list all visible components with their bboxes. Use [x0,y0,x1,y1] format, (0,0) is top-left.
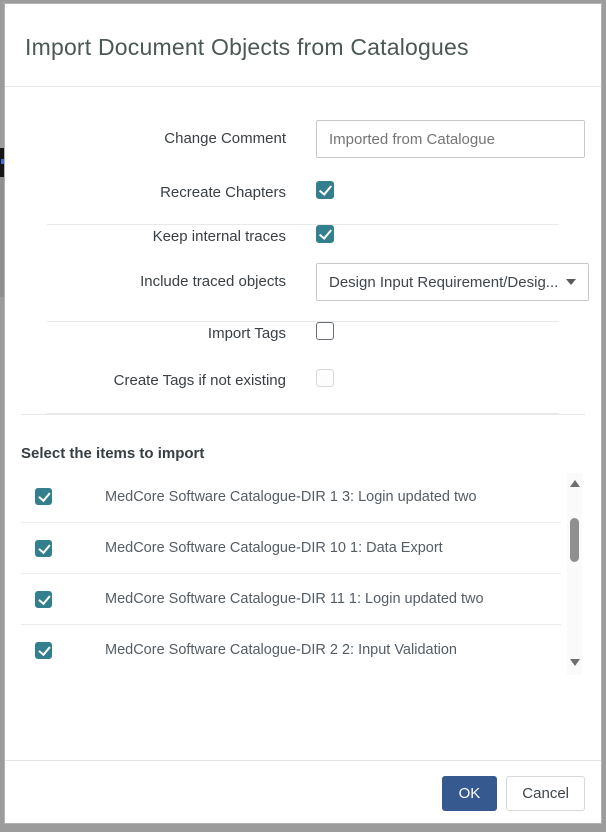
items-section-heading: Select the items to import [21,445,585,463]
import-tags-row: Import Tags [21,322,585,345]
dialog-title: Import Document Objects from Catalogues [25,34,581,61]
import-tags-label: Import Tags [21,325,286,343]
recreate-chapters-checkbox[interactable] [316,181,334,199]
import-tags-checkbox[interactable] [316,322,334,340]
dialog-footer: OK Cancel [5,760,601,823]
include-traced-objects-select[interactable]: Design Input Requirement/Desig... [316,263,589,301]
item-checkbox[interactable] [35,591,52,608]
list-item[interactable]: MedCore Software Catalogue-DIR 10 1: Dat… [21,522,561,573]
dialog-body: Change Comment Recreate Chapters Keep in… [5,87,601,760]
item-checkbox[interactable] [35,642,52,659]
recreate-chapters-label: Recreate Chapters [21,184,286,202]
form-items-divider [21,414,585,415]
chevron-down-icon [566,279,576,285]
change-comment-label: Change Comment [21,130,286,148]
create-tags-label: Create Tags if not existing [21,372,286,390]
scroll-up-icon[interactable] [570,480,580,487]
item-label: MedCore Software Catalogue-DIR 11 1: Log… [105,591,484,607]
keep-internal-traces-label: Keep internal traces [21,228,286,246]
item-label: MedCore Software Catalogue-DIR 1 3: Logi… [105,489,477,505]
ok-button[interactable]: OK [442,776,498,811]
scrollbar-thumb[interactable] [570,518,579,562]
include-traced-objects-row: Include traced objects Design Input Requ… [21,263,585,301]
item-checkbox[interactable] [35,540,52,557]
cancel-button[interactable]: Cancel [506,776,585,811]
include-traced-objects-label: Include traced objects [21,273,286,291]
create-tags-row: Create Tags if not existing [21,369,585,392]
scroll-down-icon[interactable] [570,659,580,666]
list-item[interactable]: MedCore Software Catalogue-DIR 1 3: Logi… [21,471,561,522]
dialog-header: Import Document Objects from Catalogues [5,4,601,87]
select-value: Design Input Requirement/Desig... [329,274,558,291]
import-dialog: Import Document Objects from Catalogues … [4,3,602,824]
item-checkbox[interactable] [35,488,52,505]
change-comment-row: Change Comment [21,120,585,158]
list-item[interactable]: MedCore Software Catalogue-DIR 11 1: Log… [21,573,561,624]
keep-internal-traces-checkbox[interactable] [316,225,334,243]
items-list-container: MedCore Software Catalogue-DIR 1 3: Logi… [21,471,585,675]
list-scrollbar[interactable] [567,473,582,675]
list-item[interactable]: MedCore Software Catalogue-DIR 2 2: Inpu… [21,624,561,675]
recreate-chapters-row: Recreate Chapters [21,181,585,204]
change-comment-input[interactable] [316,120,585,158]
item-label: MedCore Software Catalogue-DIR 10 1: Dat… [105,540,443,556]
items-list: MedCore Software Catalogue-DIR 1 3: Logi… [21,471,561,675]
keep-internal-traces-row: Keep internal traces [21,225,585,248]
create-tags-checkbox [316,369,334,387]
item-label: MedCore Software Catalogue-DIR 2 2: Inpu… [105,642,457,658]
